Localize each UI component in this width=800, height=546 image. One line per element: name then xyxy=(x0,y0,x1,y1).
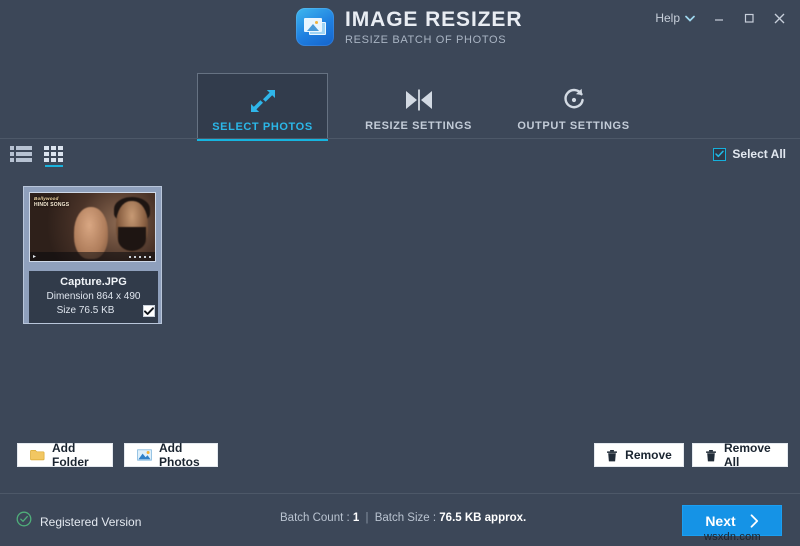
maximize-icon xyxy=(743,12,755,24)
photo-file-name: Capture.JPG xyxy=(29,275,158,290)
batch-size-label: Batch Size : xyxy=(375,512,436,524)
app-subtitle: RESIZE BATCH OF PHOTOS xyxy=(345,35,522,46)
registered-version-label: Registered Version xyxy=(40,515,141,529)
add-folder-label: Add Folder xyxy=(52,441,100,469)
trash-icon xyxy=(705,449,717,462)
tab-label: RESIZE SETTINGS xyxy=(365,120,472,132)
maximize-button[interactable] xyxy=(734,6,764,30)
batch-info: Batch Count : 1 | Batch Size : 76.5 KB a… xyxy=(280,512,526,524)
app-title: IMAGE RESIZER xyxy=(345,9,522,30)
add-photos-button[interactable]: Add Photos xyxy=(124,443,218,467)
tab-label: OUTPUT SETTINGS xyxy=(517,120,629,132)
tabs-divider xyxy=(0,138,800,139)
image-resizer-window: IMAGE RESIZER RESIZE BATCH OF PHOTOS Hel… xyxy=(0,0,800,546)
check-icon xyxy=(144,307,154,316)
select-all-checkbox[interactable] xyxy=(713,148,726,161)
photo-size: Size 76.5 KB xyxy=(29,304,158,318)
view-toggle-group xyxy=(10,146,66,167)
tab-select-photos[interactable]: SELECT PHOTOS xyxy=(197,73,328,138)
tab-label: SELECT PHOTOS xyxy=(212,121,313,133)
check-icon xyxy=(715,150,724,158)
photo-stack-icon xyxy=(296,8,334,46)
select-all-control[interactable]: Select All xyxy=(713,147,786,161)
folder-icon xyxy=(30,449,45,461)
image-icon xyxy=(137,449,152,461)
circular-arrow-icon xyxy=(561,86,587,114)
bowtie-resize-icon xyxy=(404,86,434,114)
photo-select-checkbox[interactable] xyxy=(143,305,155,317)
remove-label: Remove xyxy=(625,448,672,462)
photo-list-area[interactable]: Bollywood HINDI SONGS Capture.JPG Dimens… xyxy=(0,175,800,435)
photo-thumbnail: Bollywood HINDI SONGS xyxy=(29,192,156,262)
close-button[interactable] xyxy=(764,6,794,30)
chevron-right-icon xyxy=(750,514,759,528)
help-label: Help xyxy=(655,11,680,25)
check-circle-icon xyxy=(16,511,32,532)
resize-arrows-icon xyxy=(249,87,277,115)
thumbnail-title-line2: HINDI SONGS xyxy=(34,202,69,209)
close-icon xyxy=(773,12,786,25)
title-bar: IMAGE RESIZER RESIZE BATCH OF PHOTOS Hel… xyxy=(0,0,800,62)
help-menu-button[interactable]: Help xyxy=(646,7,704,29)
grid-view-icon[interactable] xyxy=(44,146,66,167)
batch-separator: | xyxy=(363,512,372,524)
list-view-icon[interactable] xyxy=(10,146,32,167)
tab-output-settings[interactable]: OUTPUT SETTINGS xyxy=(508,73,639,138)
remove-all-button[interactable]: Remove All xyxy=(692,443,788,467)
minimize-icon xyxy=(713,12,725,24)
minimize-button[interactable] xyxy=(704,6,734,30)
window-controls: Help xyxy=(646,6,794,30)
add-folder-button[interactable]: Add Folder xyxy=(17,443,113,467)
view-toolbar: Select All xyxy=(0,146,800,170)
photo-dimension: Dimension 864 x 490 xyxy=(29,290,158,304)
trash-icon xyxy=(606,449,618,462)
registration-status: Registered Version xyxy=(16,511,141,532)
batch-size-value: 76.5 KB approx. xyxy=(439,512,526,524)
video-progress-bar xyxy=(30,252,155,261)
next-label: Next xyxy=(705,513,735,529)
photo-card-meta: Capture.JPG Dimension 864 x 490 Size 76.… xyxy=(29,271,158,323)
batch-count-value: 1 xyxy=(353,512,359,524)
action-bar: Add Folder Add Photos Remove xyxy=(0,443,800,493)
remove-all-label: Remove All xyxy=(724,441,775,469)
chevron-down-icon xyxy=(685,15,695,22)
watermark: wsxdn.com xyxy=(704,531,761,543)
remove-button[interactable]: Remove xyxy=(594,443,684,467)
photo-card[interactable]: Bollywood HINDI SONGS Capture.JPG Dimens… xyxy=(23,186,162,324)
main-tabs: SELECT PHOTOS RESIZE SETTINGS OUTPUT xyxy=(0,73,800,138)
status-bar: Registered Version Batch Count : 1 | Bat… xyxy=(0,494,800,546)
batch-count-label: Batch Count : xyxy=(280,512,350,524)
tab-resize-settings[interactable]: RESIZE SETTINGS xyxy=(353,73,484,138)
app-brand: IMAGE RESIZER RESIZE BATCH OF PHOTOS xyxy=(296,8,522,46)
add-photos-label: Add Photos xyxy=(159,441,205,469)
select-all-label: Select All xyxy=(732,147,786,161)
